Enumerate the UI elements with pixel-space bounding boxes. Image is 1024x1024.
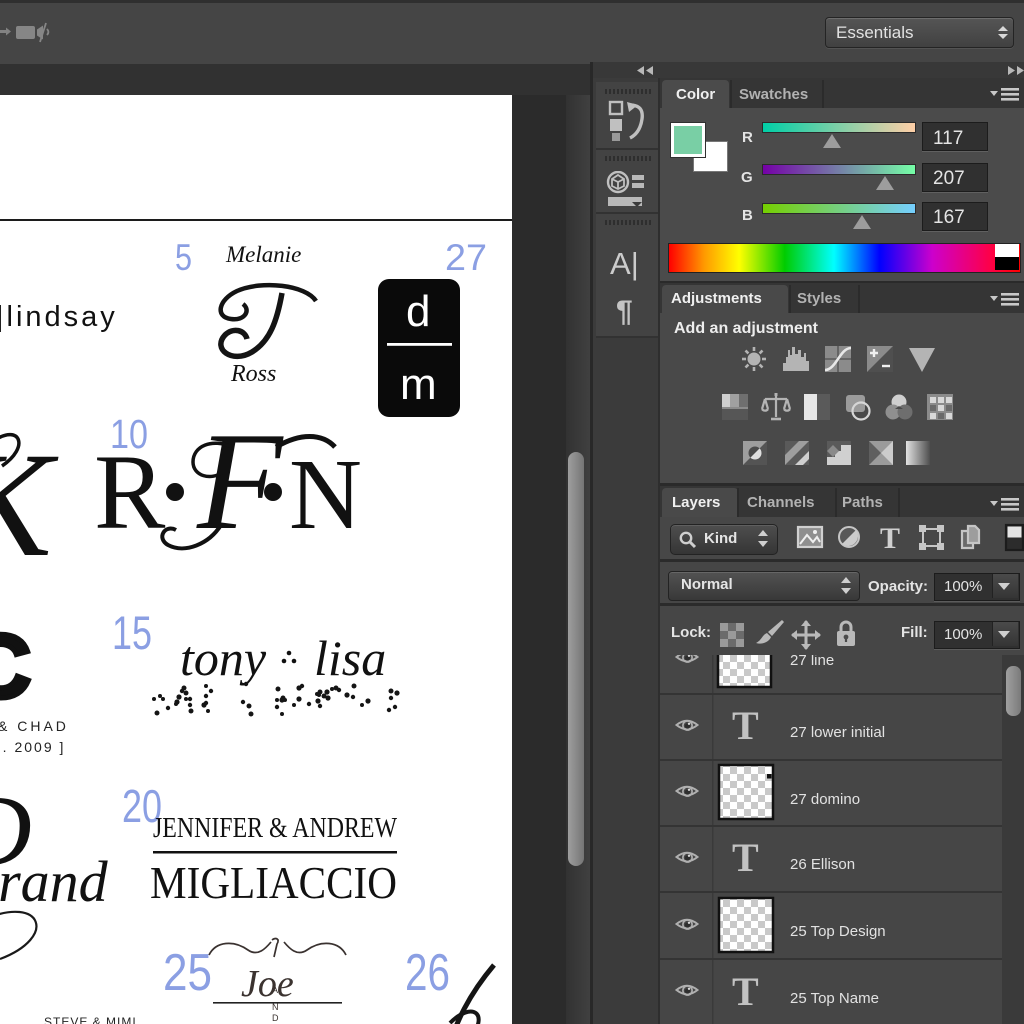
svg-text:T: T: [880, 522, 900, 555]
svg-text:|lindsay: |lindsay: [0, 301, 118, 333]
svg-text:MIGLIACCIO: MIGLIACCIO: [150, 857, 397, 908]
svg-text:27: 27: [445, 237, 487, 278]
svg-text:27 domino: 27 domino: [790, 791, 860, 808]
svg-text:T: T: [732, 703, 759, 748]
svg-text:JENNIFER & ANDREW: JENNIFER & ANDREW: [153, 812, 398, 844]
svg-text:25 Top Design: 25 Top Design: [790, 923, 886, 940]
svg-text:5: 5: [175, 237, 192, 278]
svg-text:T: T: [732, 969, 759, 1014]
svg-text:C: C: [0, 617, 31, 717]
svg-text:26: 26: [405, 944, 450, 1002]
svg-text:lisa: lisa: [314, 630, 386, 686]
svg-text:27 line: 27 line: [790, 655, 834, 669]
svg-text:25 Top Name: 25 Top Name: [790, 990, 879, 1007]
svg-text:d: d: [406, 287, 430, 336]
svg-text:R: R: [94, 434, 166, 552]
svg-text:N: N: [272, 1002, 279, 1012]
svg-text:T: T: [732, 835, 759, 880]
svg-text:tony: tony: [180, 630, 267, 686]
svg-text:25: 25: [163, 944, 212, 1002]
svg-text:K: K: [0, 422, 59, 588]
svg-text:15: 15: [112, 606, 152, 659]
svg-text:6 . 2009 ]: 6 . 2009 ]: [0, 739, 65, 755]
svg-text:N: N: [289, 438, 362, 550]
svg-text:& CHAD: & CHAD: [0, 718, 69, 734]
svg-text:A: A: [272, 985, 278, 995]
svg-text:Joe: Joe: [241, 963, 294, 1005]
svg-text:D: D: [272, 1013, 279, 1023]
svg-text:Melanie: Melanie: [225, 242, 301, 267]
svg-text:STEVE & MIMI: STEVE & MIMI: [44, 1015, 137, 1024]
svg-text:26 Ellison: 26 Ellison: [790, 856, 855, 873]
svg-text:27 lower initial: 27 lower initial: [790, 724, 885, 741]
svg-text:m: m: [400, 360, 437, 409]
svg-text:Ross: Ross: [230, 361, 276, 387]
svg-text:trand: trand: [0, 849, 109, 914]
